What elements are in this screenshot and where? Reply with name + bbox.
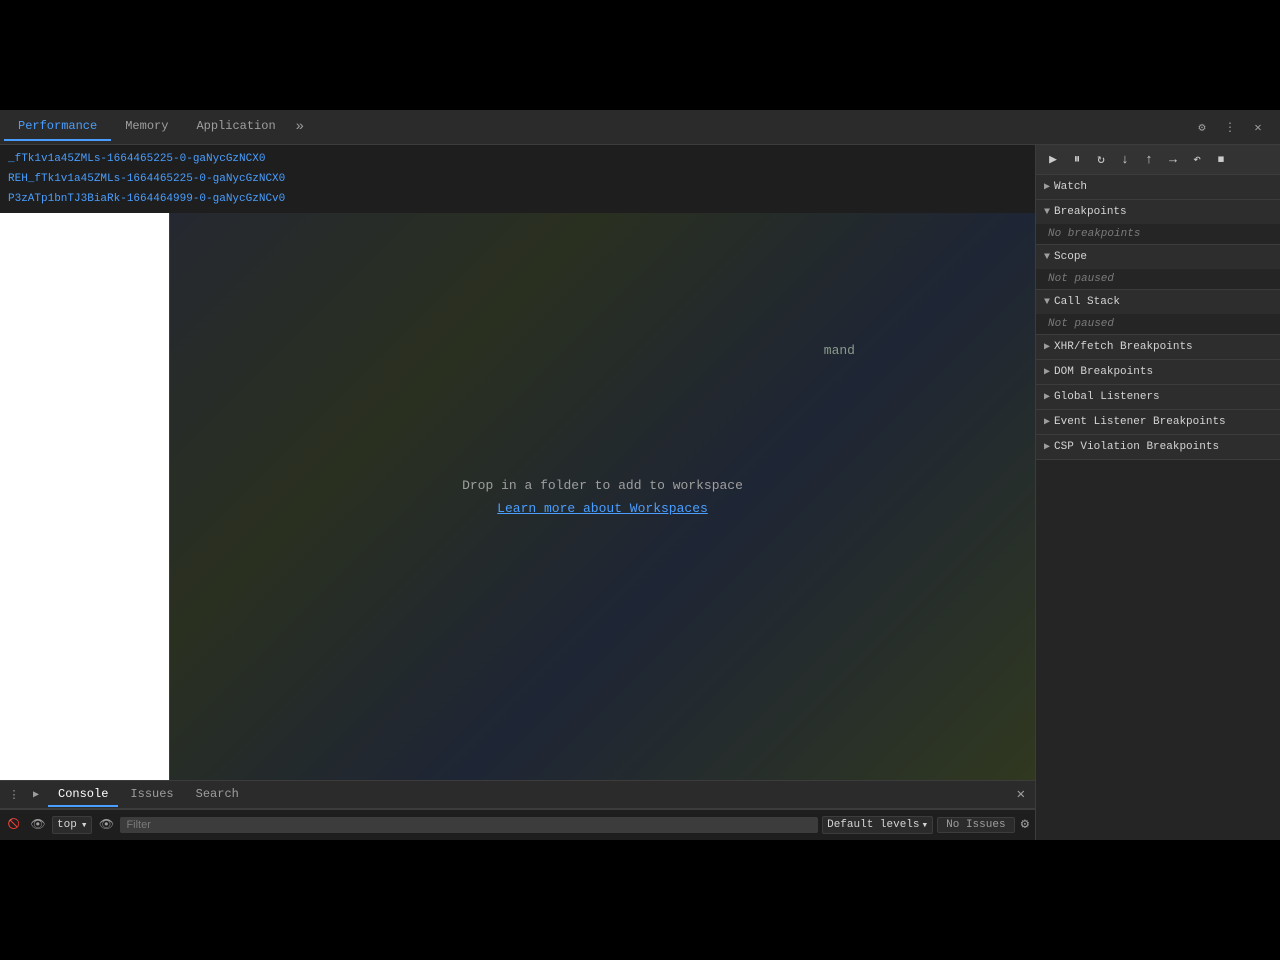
source-item-1[interactable]: _fTk1v1a45ZMLs-1664465225-0-gaNycGzNCX0 bbox=[0, 149, 1035, 169]
console-no-issues-badge: No Issues bbox=[937, 817, 1014, 833]
scope-arrow-icon: ▼ bbox=[1044, 252, 1050, 263]
tab-performance[interactable]: Performance bbox=[4, 113, 111, 141]
console-context-selector[interactable]: top ▾ bbox=[52, 816, 92, 834]
debugger-step-out-button[interactable]: ↑ bbox=[1138, 149, 1160, 171]
console-context-label: top bbox=[57, 819, 77, 831]
scope-status: Not paused bbox=[1036, 269, 1280, 289]
event-listener-arrow-icon: ▶ bbox=[1044, 416, 1050, 428]
csp-violation-breakpoints-header[interactable]: ▶ CSP Violation Breakpoints bbox=[1036, 435, 1280, 459]
watch-section-label: Watch bbox=[1054, 181, 1087, 193]
xhr-breakpoints-section: ▶ XHR/fetch Breakpoints bbox=[1036, 335, 1280, 360]
console-toolbar: 🚫 👁 top ▾ 👁 Default levels ▾ No Issues ⚙ bbox=[0, 809, 1035, 839]
event-listener-breakpoints-label: Event Listener Breakpoints bbox=[1054, 416, 1226, 428]
console-icon-button[interactable]: ▶ bbox=[26, 785, 46, 805]
call-stack-section: ▼ Call Stack Not paused bbox=[1036, 290, 1280, 335]
tab-issues[interactable]: Issues bbox=[120, 783, 183, 807]
scope-section-header[interactable]: ▼ Scope bbox=[1036, 245, 1280, 269]
devtools-tab-bar: Performance Memory Application » ⚙ ⋮ ✕ bbox=[0, 110, 1280, 145]
debugger-pause-button[interactable]: ⏸ bbox=[1066, 149, 1088, 171]
call-stack-section-header[interactable]: ▼ Call Stack bbox=[1036, 290, 1280, 314]
xhr-breakpoints-header[interactable]: ▶ XHR/fetch Breakpoints bbox=[1036, 335, 1280, 359]
close-devtools-icon[interactable]: ✕ bbox=[1246, 115, 1270, 139]
event-listener-breakpoints-section: ▶ Event Listener Breakpoints bbox=[1036, 410, 1280, 435]
source-panel: _fTk1v1a45ZMLs-1664465225-0-gaNycGzNCX0 … bbox=[0, 145, 1035, 840]
levels-dropdown-icon: ▾ bbox=[922, 818, 929, 832]
csp-violation-breakpoints-label: CSP Violation Breakpoints bbox=[1054, 441, 1219, 453]
breakpoints-arrow-icon: ▼ bbox=[1044, 207, 1050, 218]
source-item-2[interactable]: REH_fTk1v1a45ZMLs-1664465225-0-gaNycGzNC… bbox=[0, 169, 1035, 189]
console-settings-small-button[interactable]: 👁 bbox=[96, 815, 116, 835]
watch-section: ▶ Watch bbox=[1036, 175, 1280, 200]
debugger-stop-button[interactable]: ⏹ bbox=[1210, 149, 1232, 171]
csp-arrow-icon: ▶ bbox=[1044, 441, 1050, 453]
command-text: mand bbox=[824, 343, 855, 358]
workspace-link[interactable]: Learn more about Workspaces bbox=[497, 501, 708, 516]
source-viewer: mand Drop in a folder to add to workspac… bbox=[0, 213, 1035, 780]
context-dropdown-icon: ▾ bbox=[81, 818, 88, 832]
scope-section: ▼ Scope Not paused bbox=[1036, 245, 1280, 290]
dom-arrow-icon: ▶ bbox=[1044, 366, 1050, 378]
global-listeners-label: Global Listeners bbox=[1054, 391, 1160, 403]
file-tree-panel bbox=[0, 213, 170, 780]
console-close-button[interactable]: ✕ bbox=[1011, 784, 1031, 805]
console-settings-icon[interactable]: ⚙ bbox=[1019, 814, 1031, 835]
breakpoints-section: ▼ Breakpoints No breakpoints bbox=[1036, 200, 1280, 245]
workspace-drop-text: Drop in a folder to add to workspace bbox=[462, 478, 743, 493]
csp-violation-breakpoints-section: ▶ CSP Violation Breakpoints bbox=[1036, 435, 1280, 460]
console-clear-button[interactable]: 🚫 bbox=[4, 815, 24, 835]
source-list: _fTk1v1a45ZMLs-1664465225-0-gaNycGzNCX0 … bbox=[0, 145, 1035, 213]
debugger-play-button[interactable]: ▶ bbox=[1042, 149, 1064, 171]
source-item-3[interactable]: P3zATp1bnTJ3BiaRk-1664464999-0-gaNycGzNC… bbox=[0, 189, 1035, 209]
tab-overflow-button[interactable]: » bbox=[290, 115, 310, 139]
tab-console[interactable]: Console bbox=[48, 783, 118, 807]
breakpoints-section-label: Breakpoints bbox=[1054, 206, 1127, 218]
console-more-button[interactable]: ⋮ bbox=[4, 785, 24, 805]
debugger-panel: ▶ ⏸ ↻ ↓ ↑ → ↶ ⏹ ▶ Watch ▼ Breakpo bbox=[1035, 145, 1280, 840]
xhr-arrow-icon: ▶ bbox=[1044, 341, 1050, 353]
tab-search[interactable]: Search bbox=[186, 783, 249, 807]
source-editor: mand Drop in a folder to add to workspac… bbox=[170, 213, 1035, 780]
debugger-deactivate-button[interactable]: ↶ bbox=[1186, 149, 1208, 171]
xhr-breakpoints-label: XHR/fetch Breakpoints bbox=[1054, 341, 1193, 353]
console-tab-bar: ⋮ ▶ Console Issues Search ✕ bbox=[0, 781, 1035, 809]
breakpoints-section-header[interactable]: ▼ Breakpoints bbox=[1036, 200, 1280, 224]
debugger-step-over-button[interactable]: ↻ bbox=[1090, 149, 1112, 171]
call-stack-arrow-icon: ▼ bbox=[1044, 297, 1050, 308]
console-filter-input[interactable] bbox=[120, 817, 818, 833]
debugger-toolbar: ▶ ⏸ ↻ ↓ ↑ → ↶ ⏹ bbox=[1036, 145, 1280, 175]
global-listeners-section: ▶ Global Listeners bbox=[1036, 385, 1280, 410]
debugger-step-into-button[interactable]: ↓ bbox=[1114, 149, 1136, 171]
event-listener-breakpoints-header[interactable]: ▶ Event Listener Breakpoints bbox=[1036, 410, 1280, 434]
console-eye-button[interactable]: 👁 bbox=[28, 815, 48, 835]
breakpoints-status: No breakpoints bbox=[1036, 224, 1280, 244]
scope-section-label: Scope bbox=[1054, 251, 1087, 263]
console-levels-selector[interactable]: Default levels ▾ bbox=[822, 816, 933, 834]
tab-application[interactable]: Application bbox=[182, 113, 289, 141]
settings-icon[interactable]: ⚙ bbox=[1190, 115, 1214, 139]
dom-breakpoints-label: DOM Breakpoints bbox=[1054, 366, 1153, 378]
tab-toolbar-icons: ⚙ ⋮ ✕ bbox=[1190, 115, 1276, 139]
watch-section-header[interactable]: ▶ Watch bbox=[1036, 175, 1280, 199]
call-stack-status: Not paused bbox=[1036, 314, 1280, 334]
global-arrow-icon: ▶ bbox=[1044, 391, 1050, 403]
debugger-step-button[interactable]: → bbox=[1162, 149, 1184, 171]
call-stack-section-label: Call Stack bbox=[1054, 296, 1120, 308]
tab-memory[interactable]: Memory bbox=[111, 113, 182, 141]
watch-arrow-icon: ▶ bbox=[1044, 181, 1050, 193]
dom-breakpoints-section: ▶ DOM Breakpoints bbox=[1036, 360, 1280, 385]
more-options-icon[interactable]: ⋮ bbox=[1218, 115, 1242, 139]
console-levels-label: Default levels bbox=[827, 819, 919, 831]
devtools-main-area: _fTk1v1a45ZMLs-1664465225-0-gaNycGzNCX0 … bbox=[0, 145, 1280, 840]
global-listeners-header[interactable]: ▶ Global Listeners bbox=[1036, 385, 1280, 409]
dom-breakpoints-header[interactable]: ▶ DOM Breakpoints bbox=[1036, 360, 1280, 384]
